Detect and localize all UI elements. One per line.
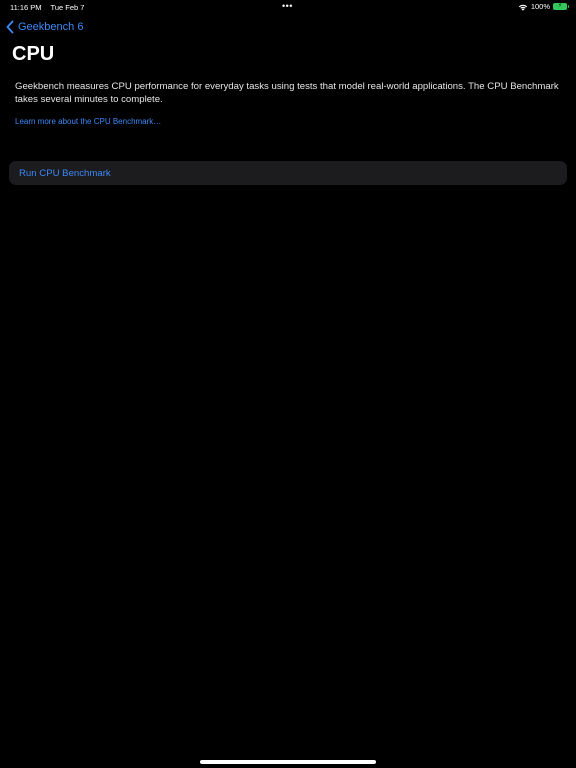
status-date: Tue Feb 7: [50, 3, 85, 12]
chevron-left-icon: [6, 20, 14, 34]
status-left: 11:16 PM Tue Feb 7: [10, 3, 84, 12]
back-button[interactable]: Geekbench 6: [6, 20, 83, 34]
wifi-icon: [518, 4, 527, 11]
run-cpu-benchmark-button[interactable]: Run CPU Benchmark: [9, 161, 567, 185]
home-indicator[interactable]: [200, 760, 376, 764]
bolt-icon: ⚡︎: [557, 3, 563, 9]
multitasking-dots-icon[interactable]: •••: [282, 2, 293, 11]
run-cpu-benchmark-label: Run CPU Benchmark: [19, 167, 111, 179]
status-bar: 11:16 PM Tue Feb 7 ••• 100% ⚡︎: [0, 0, 576, 14]
status-right: 100% ⚡︎: [518, 2, 569, 11]
back-button-label: Geekbench 6: [18, 21, 84, 33]
learn-more-link[interactable]: Learn more about the CPU Benchmark…: [15, 117, 161, 126]
status-time: 11:16 PM: [10, 3, 42, 12]
battery-percent: 100%: [530, 2, 550, 11]
page-title: CPU: [12, 43, 55, 65]
battery-charging-icon: ⚡︎: [553, 3, 569, 10]
benchmark-description: Geekbench measures CPU performance for e…: [15, 81, 559, 105]
